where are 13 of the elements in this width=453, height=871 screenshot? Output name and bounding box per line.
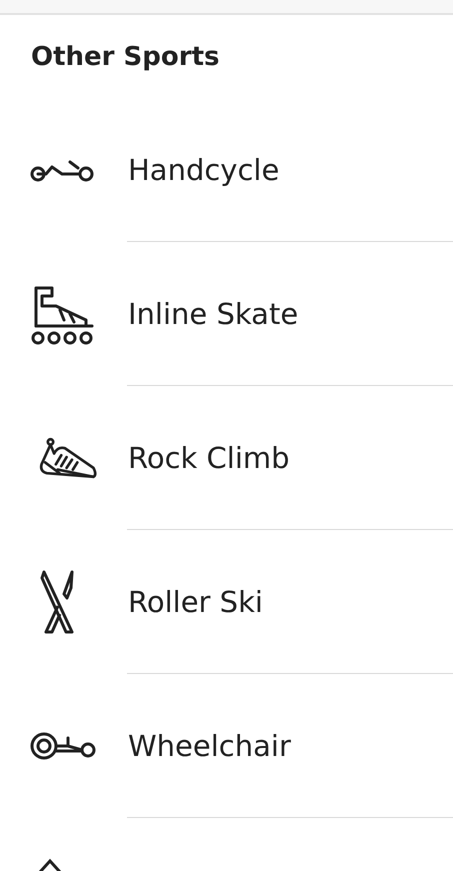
- sport-name: Roller Ski: [128, 584, 263, 618]
- sport-list-item[interactable]: Handcycle: [0, 98, 453, 242]
- sport-name: Handcycle: [128, 152, 280, 186]
- sport-name: Inline Skate: [128, 296, 298, 330]
- sport-list-item[interactable]: Roller Ski: [0, 530, 453, 674]
- sport-list-item[interactable]: Inline Skate: [0, 242, 453, 386]
- wheelchair-icon: [30, 730, 96, 762]
- section-title: Other Sports: [30, 40, 220, 74]
- sport-name: Rock Climb: [128, 440, 290, 474]
- sport-list-item[interactable]: Wheelchair: [0, 674, 453, 818]
- sport-name: Wheelchair: [128, 728, 291, 762]
- sport-list-item[interactable]: Rock Climb: [0, 386, 453, 530]
- handcycle-icon: [30, 158, 96, 182]
